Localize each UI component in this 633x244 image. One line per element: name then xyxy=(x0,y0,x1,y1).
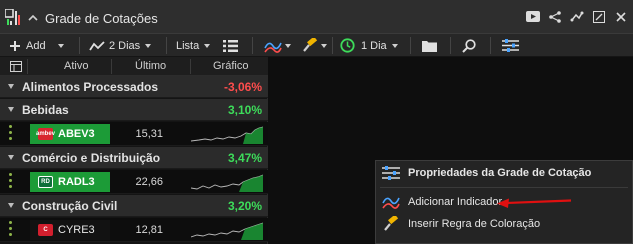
minimize-icon[interactable] xyxy=(589,0,609,33)
ticker-cell[interactable]: ambev ABEV3 xyxy=(30,124,110,144)
group-name: Alimentos Processados xyxy=(22,80,159,94)
group-change: 3,10% xyxy=(227,103,262,117)
paint-roller-icon xyxy=(384,216,399,231)
menu-item-label: Inserir Regra de Coloração xyxy=(408,218,541,230)
expand-icon[interactable] xyxy=(8,84,14,89)
group-name: Construção Civil xyxy=(22,199,118,213)
group-change: 3,47% xyxy=(227,151,262,165)
ticker-cell[interactable]: C CYRE3 xyxy=(30,220,110,240)
group-row[interactable]: Alimentos Processados -3,06% xyxy=(0,76,268,98)
cyrela-logo: C xyxy=(38,224,53,236)
folder-icon[interactable] xyxy=(422,34,437,57)
window-title: Grade de Cotações xyxy=(45,11,158,26)
coloring-button[interactable] xyxy=(302,34,327,57)
ticker-symbol: ABEV3 xyxy=(58,128,95,140)
menu-item-label: Adicionar Indicador xyxy=(408,196,503,208)
clock-icon xyxy=(340,38,355,53)
quote-grid: Ativo Último Gráfico Alimentos Processad… xyxy=(0,57,268,244)
grid-header: Ativo Último Gráfico xyxy=(0,57,268,76)
play-icon[interactable] xyxy=(523,0,543,33)
raia-logo: RD xyxy=(38,176,53,188)
search-icon[interactable] xyxy=(462,34,476,57)
indicator-button[interactable] xyxy=(264,34,291,57)
caret-down-icon xyxy=(204,43,211,48)
expand-icon[interactable] xyxy=(8,107,14,112)
drag-handle-icon[interactable] xyxy=(9,221,12,239)
ambev-logo: ambev xyxy=(36,128,55,140)
view-button[interactable]: Lista xyxy=(176,34,211,57)
caret-down-icon xyxy=(57,43,64,48)
indicator-icon xyxy=(264,42,282,53)
paint-roller-icon xyxy=(303,38,318,52)
sparkline-chart xyxy=(191,126,263,144)
drag-handle-icon[interactable] xyxy=(9,173,12,191)
group-row[interactable]: Comércio e Distribuição 3,47% xyxy=(0,147,268,169)
list-view-icon[interactable] xyxy=(223,34,238,57)
view-label: Lista xyxy=(176,39,200,52)
grid-settings-icon[interactable] xyxy=(10,61,22,72)
link-icon[interactable] xyxy=(567,0,587,33)
sliders-icon xyxy=(382,166,400,180)
ticker-symbol: RADL3 xyxy=(58,176,95,188)
menu-item-insert-coloring-rule[interactable]: Inserir Regra de Coloração xyxy=(376,213,632,235)
group-change: -3,06% xyxy=(223,80,262,94)
table-row[interactable]: ambev ABEV3 15,31 xyxy=(0,122,268,146)
ticker-symbol: CYRE3 xyxy=(58,224,95,236)
menu-item-grid-properties[interactable]: Propriedades da Grade de Cotação xyxy=(376,162,632,184)
group-name: Bebidas xyxy=(22,103,69,117)
table-row[interactable]: RD RADL3 22,66 xyxy=(0,170,268,194)
caret-down-icon xyxy=(391,43,398,48)
group-name: Comércio e Distribuição xyxy=(22,151,161,165)
last-price: 15,31 xyxy=(135,128,163,140)
menu-item-label: Propriedades da Grade de Cotação xyxy=(408,167,592,179)
annotation-arrow xyxy=(497,198,572,208)
toolbar: Add 2 Dias Lista 1 Dia xyxy=(0,33,633,57)
table-row[interactable]: C CYRE3 12,81 xyxy=(0,218,268,242)
ticker-cell[interactable]: RD RADL3 xyxy=(30,172,110,192)
column-header-grafico[interactable]: Gráfico xyxy=(213,60,248,72)
expand-icon[interactable] xyxy=(8,203,14,208)
expand-icon[interactable] xyxy=(8,155,14,160)
interval-label: 1 Dia xyxy=(361,39,387,52)
sparkline-chart xyxy=(191,174,263,192)
add-button[interactable]: Add xyxy=(10,34,64,57)
group-row[interactable]: Construção Civil 3,20% xyxy=(0,195,268,217)
last-price: 12,81 xyxy=(135,224,163,236)
period-button[interactable]: 2 Dias xyxy=(89,34,152,57)
caret-down-icon xyxy=(145,43,152,48)
group-row[interactable]: Bebidas 3,10% xyxy=(0,99,268,121)
period-label: 2 Dias xyxy=(109,39,141,52)
close-icon[interactable] xyxy=(611,0,631,33)
line-chart-icon xyxy=(89,40,105,50)
add-label: Add xyxy=(26,39,46,52)
group-change: 3,20% xyxy=(227,199,262,213)
drag-handle-icon[interactable] xyxy=(9,125,12,143)
column-header-ultimo[interactable]: Último xyxy=(135,60,166,72)
sparkline-chart xyxy=(191,222,263,240)
sliders-icon[interactable] xyxy=(502,34,519,57)
plus-icon xyxy=(10,40,20,51)
caret-down-icon xyxy=(285,43,291,48)
chevron-up-icon[interactable] xyxy=(28,14,38,21)
last-price: 22,66 xyxy=(135,176,163,188)
indicator-icon xyxy=(382,197,400,209)
interval-button[interactable]: 1 Dia xyxy=(340,34,398,57)
title-bar: Grade de Cotações xyxy=(0,0,633,33)
column-header-ativo[interactable]: Ativo xyxy=(64,60,88,72)
share-icon[interactable] xyxy=(545,0,565,33)
caret-down-icon xyxy=(321,43,327,48)
app-logo-icon xyxy=(5,9,20,25)
